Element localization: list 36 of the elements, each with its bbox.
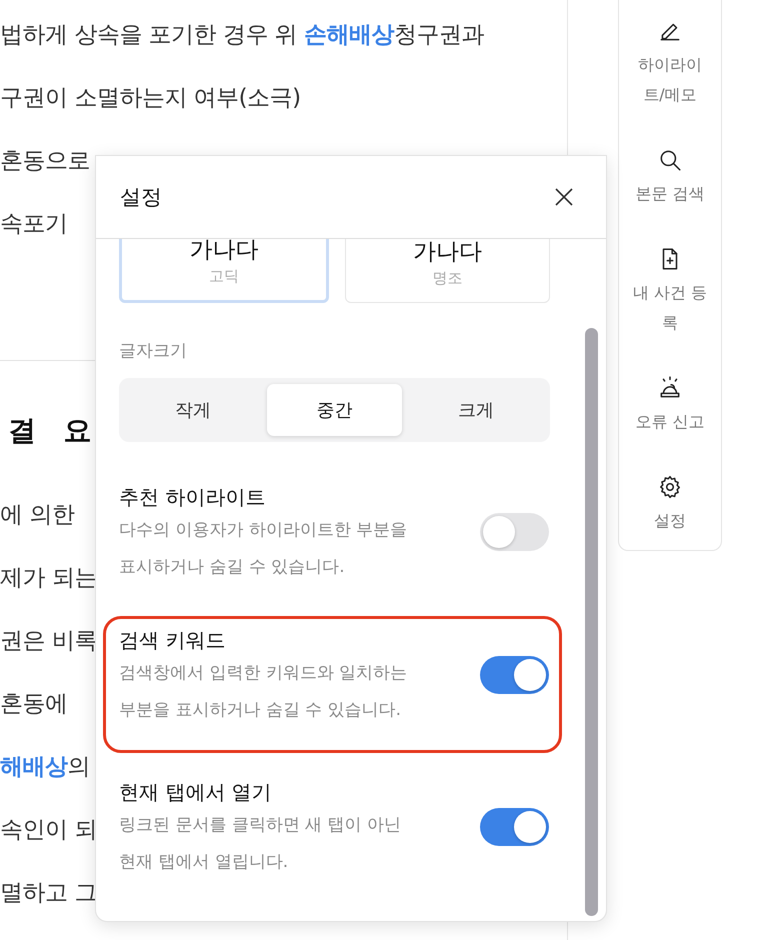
segment-button[interactable]: 중간 xyxy=(266,384,402,436)
setting-title: 추천 하이라이트 xyxy=(119,484,266,511)
body-text: 권은 비록 xyxy=(0,627,97,656)
font-option[interactable]: 가나다 명조 xyxy=(344,239,550,303)
toggle-switch[interactable] xyxy=(480,656,549,694)
sidebar-item[interactable]: 내 사건 등록 xyxy=(627,246,713,338)
body-text: 혼동에 xyxy=(0,690,68,719)
sidebar-item[interactable]: 오류 신고 xyxy=(627,375,713,437)
toggle-switch[interactable] xyxy=(480,808,549,846)
body-text: 속포기 xyxy=(0,210,68,239)
font-option[interactable]: 가나다 고딕 xyxy=(119,239,328,303)
section-heading: 결 요 xyxy=(8,413,92,449)
toggle-switch[interactable] xyxy=(480,513,549,551)
segment-button[interactable]: 작게 xyxy=(125,384,261,436)
body-text: 멸하고 그 xyxy=(0,879,97,908)
settings-icon xyxy=(657,474,683,500)
body-text: 제가 되는 xyxy=(0,564,97,593)
setting-title: 검색 키워드 xyxy=(119,627,226,654)
setting-description: 검색창에서 입력한 키워드와 일치하는 부분을 표시하거나 숨길 수 있습니다. xyxy=(119,662,408,722)
setting-title: 현재 탭에서 열기 xyxy=(119,779,273,806)
section-label: 글자크기 xyxy=(119,340,188,362)
close-icon xyxy=(554,187,574,207)
setting-description: 링크된 문서를 클릭하면 새 탭이 아닌 현재 탭에서 열립니다. xyxy=(119,814,402,874)
setting-description: 다수의 이용자가 하이라이트한 부분을 표시하거나 숨길 수 있습니다. xyxy=(119,519,408,579)
body-text: 속인이 되 xyxy=(0,816,97,845)
sidebar-item[interactable]: 설정 xyxy=(627,474,713,536)
body-text: 법하게 상속을 포기한 경우 위 손해배상청구권과 xyxy=(0,21,484,50)
body-text: 구권이 소멸하는지 여부(소극) xyxy=(0,84,301,113)
segment-button[interactable]: 크게 xyxy=(408,384,544,436)
dialog-title: 설정 xyxy=(120,184,162,211)
body-text: 해배상의 xyxy=(0,753,90,782)
sidebar-item[interactable]: 본문 검색 xyxy=(627,147,713,209)
body-text: 에 의한 xyxy=(0,501,74,530)
sidebar-item[interactable]: 하이라이트/메모 xyxy=(627,18,713,110)
body-text: 혼동으로 xyxy=(0,147,90,176)
scrollbar[interactable] xyxy=(585,328,598,916)
